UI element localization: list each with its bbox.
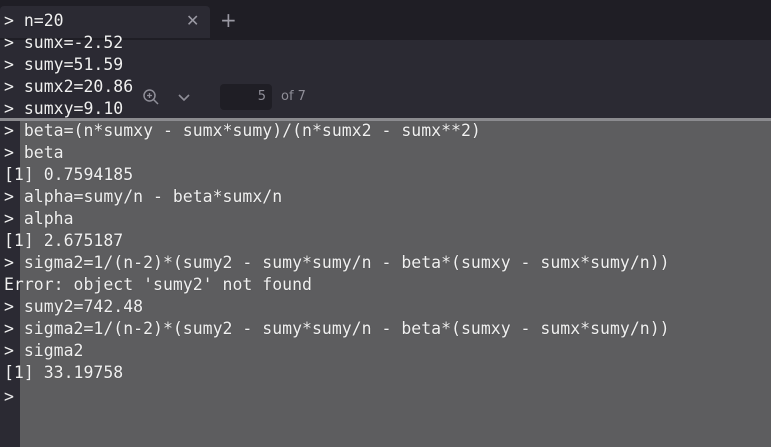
console-input-line: > beta	[4, 143, 64, 162]
console-input-line: > sumy2=742.48	[4, 297, 144, 316]
terminal-console[interactable]: > n=20 > sumx=-2.52 > sumy=51.59 > sumx2…	[0, 0, 771, 447]
screen: ✕ + 5 of 7 > n=20 > sumx=-2.52 > sumy=51…	[0, 0, 771, 447]
console-input-line: > sigma2=1/(n-2)*(sumy2 - sumy*sumy/n - …	[4, 253, 670, 272]
console-input-line: > sumy=51.59	[4, 55, 124, 74]
console-output-line: [1] 33.19758	[4, 363, 124, 382]
console-input-line: > alpha	[4, 209, 74, 228]
console-error-line: Error: object 'sumy2' not found	[4, 275, 312, 294]
console-input-line: > sumx2=20.86	[4, 77, 134, 96]
console-input-line: > sigma2=1/(n-2)*(sumy2 - sumy*sumy/n - …	[4, 319, 670, 338]
console-input-line: > sumx=-2.52	[4, 33, 124, 52]
console-input-line: > sumxy=9.10	[4, 99, 124, 118]
console-input-line: > alpha=sumy/n - beta*sumx/n	[4, 187, 283, 206]
console-output-line: [1] 2.675187	[4, 231, 124, 250]
console-input-line: > sigma2	[4, 341, 84, 360]
console-prompt[interactable]: >	[4, 386, 14, 408]
console-output-line: [1] 0.7594185	[4, 165, 134, 184]
console-input-line: > n=20	[4, 11, 64, 30]
console-input-line: > beta=(n*sumxy - sumx*sumy)/(n*sumx2 - …	[4, 121, 481, 140]
